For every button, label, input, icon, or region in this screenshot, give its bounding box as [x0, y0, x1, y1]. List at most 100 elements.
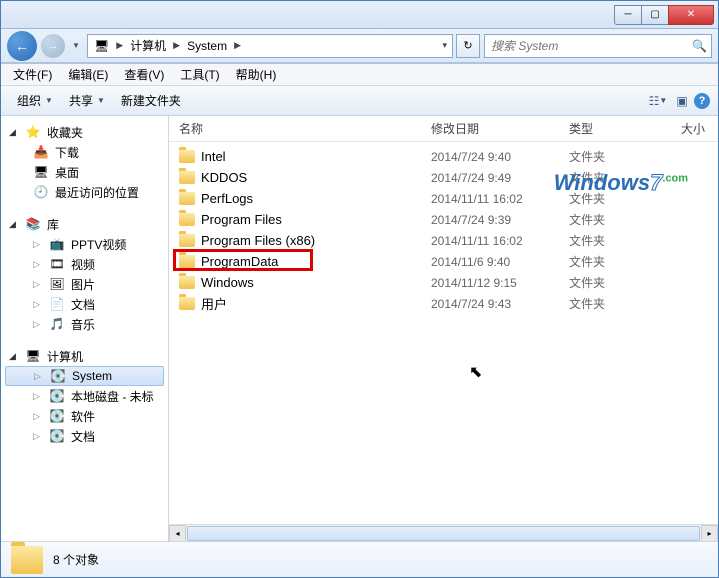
- nav-music[interactable]: ▷🎵音乐: [1, 314, 168, 334]
- menu-bar: 文件(F) 编辑(E) 查看(V) 工具(T) 帮助(H): [1, 64, 718, 86]
- menu-help[interactable]: 帮助(H): [228, 64, 285, 85]
- file-name: Intel: [201, 149, 226, 164]
- file-row[interactable]: 用户 2014/7/24 9:43文件夹: [169, 293, 718, 314]
- address-bar[interactable]: 🖥 ▶ 计算机 ▶ System ▶ ▾: [87, 34, 453, 58]
- menu-tools[interactable]: 工具(T): [172, 64, 227, 85]
- file-row[interactable]: Program Files2014/7/24 9:39文件夹: [169, 209, 718, 230]
- library-icon: 📚: [25, 216, 41, 232]
- drive-icon: 💽: [49, 428, 65, 444]
- file-type: 文件夹: [569, 232, 681, 249]
- back-button[interactable]: ←: [7, 31, 37, 61]
- desktop-icon: 🖥: [33, 164, 49, 180]
- file-row[interactable]: Windows2014/11/12 9:15文件夹: [169, 272, 718, 293]
- nav-pictures[interactable]: ▷🖼图片: [1, 274, 168, 294]
- file-type: 文件夹: [569, 169, 681, 186]
- breadcrumb-computer[interactable]: 计算机: [126, 35, 170, 57]
- view-button[interactable]: ☷ ▼: [646, 89, 670, 113]
- help-button[interactable]: ?: [694, 93, 710, 109]
- music-icon: 🎵: [49, 316, 65, 332]
- scroll-right-button[interactable]: ▸: [701, 525, 718, 542]
- horizontal-scrollbar[interactable]: ◂ ▸: [169, 524, 718, 541]
- folder-icon: [179, 297, 195, 310]
- file-date: 2014/7/24 9:40: [431, 150, 569, 164]
- nav-drive-software[interactable]: ▷💽软件: [1, 406, 168, 426]
- preview-pane-button[interactable]: ▣: [670, 89, 694, 113]
- file-date: 2014/11/11 16:02: [431, 192, 569, 206]
- nav-favorites[interactable]: ◢⭐收藏夹: [1, 122, 168, 142]
- file-row[interactable]: KDDOS2014/7/24 9:49文件夹: [169, 167, 718, 188]
- nav-computer[interactable]: ◢🖥计算机: [1, 346, 168, 366]
- search-input[interactable]: [489, 38, 692, 54]
- drive-icon: 💽: [49, 408, 65, 424]
- file-row[interactable]: PerfLogs2014/11/11 16:02文件夹: [169, 188, 718, 209]
- nav-downloads[interactable]: 📥下载: [1, 142, 168, 162]
- file-name: Program Files: [201, 212, 282, 227]
- download-icon: 📥: [33, 144, 49, 160]
- menu-view[interactable]: 查看(V): [116, 64, 172, 85]
- history-dropdown[interactable]: ▼: [69, 41, 83, 50]
- column-size[interactable]: 大小: [681, 120, 718, 137]
- search-icon[interactable]: 🔍: [692, 39, 707, 53]
- file-date: 2014/7/24 9:43: [431, 297, 569, 311]
- column-type[interactable]: 类型: [569, 120, 681, 137]
- folder-icon: [179, 276, 195, 289]
- nav-pptv[interactable]: ▷📺PPTV视频: [1, 234, 168, 254]
- chevron-right-icon[interactable]: ▶: [113, 40, 126, 51]
- share-button[interactable]: 共享▼: [61, 89, 113, 112]
- nav-favorites-group: ◢⭐收藏夹 📥下载 🖥桌面 🕘最近访问的位置: [1, 122, 168, 202]
- video-icon: 📺: [49, 236, 65, 252]
- close-button[interactable]: ✕: [668, 5, 714, 25]
- content-pane: 名称 修改日期 类型 大小 Windows7.com ⬉ Intel2014/7…: [169, 116, 718, 541]
- file-date: 2014/11/11 16:02: [431, 234, 569, 248]
- chevron-right-icon[interactable]: ▶: [170, 40, 183, 51]
- title-bar[interactable]: ─ ▢ ✕: [1, 1, 718, 29]
- search-box[interactable]: 🔍: [484, 34, 712, 58]
- column-date[interactable]: 修改日期: [431, 120, 569, 137]
- nav-video[interactable]: ▷🎞视频: [1, 254, 168, 274]
- chevron-down-icon: ▼: [45, 96, 53, 105]
- drive-icon: 💽: [49, 388, 65, 404]
- picture-icon: 🖼: [49, 276, 65, 292]
- forward-button[interactable]: →: [41, 34, 65, 58]
- chevron-right-icon[interactable]: ▶: [231, 40, 244, 51]
- file-list[interactable]: Windows7.com ⬉ Intel2014/7/24 9:40文件夹KDD…: [169, 142, 718, 524]
- scroll-thumb[interactable]: [187, 526, 700, 541]
- folder-icon: [179, 213, 195, 226]
- maximize-button[interactable]: ▢: [641, 5, 669, 25]
- nav-desktop[interactable]: 🖥桌面: [1, 162, 168, 182]
- folder-icon: [11, 546, 43, 574]
- file-date: 2014/7/24 9:39: [431, 213, 569, 227]
- scroll-left-button[interactable]: ◂: [169, 525, 186, 542]
- nav-drive-docs[interactable]: ▷💽文档: [1, 426, 168, 446]
- folder-icon: [179, 171, 195, 184]
- organize-button[interactable]: 组织▼: [9, 89, 61, 112]
- address-dropdown[interactable]: ▾: [439, 40, 450, 51]
- column-name[interactable]: 名称: [179, 120, 431, 137]
- file-name: Windows: [201, 275, 254, 290]
- breadcrumb-computer-icon[interactable]: 🖥: [90, 35, 113, 57]
- breadcrumb-drive[interactable]: System: [183, 35, 231, 57]
- nav-documents[interactable]: ▷📄文档: [1, 294, 168, 314]
- nav-libraries[interactable]: ◢📚库: [1, 214, 168, 234]
- nav-drive-local[interactable]: ▷💽本地磁盘 - 未标: [1, 386, 168, 406]
- minimize-button[interactable]: ─: [614, 5, 642, 25]
- new-folder-button[interactable]: 新建文件夹: [113, 89, 189, 112]
- refresh-button[interactable]: ↻: [456, 34, 480, 58]
- menu-edit[interactable]: 编辑(E): [60, 64, 116, 85]
- navigation-pane[interactable]: ◢⭐收藏夹 📥下载 🖥桌面 🕘最近访问的位置 ◢📚库 ▷📺PPTV视频 ▷🎞视频…: [1, 116, 169, 541]
- menu-file[interactable]: 文件(F): [5, 64, 60, 85]
- nav-recent[interactable]: 🕘最近访问的位置: [1, 182, 168, 202]
- document-icon: 📄: [49, 296, 65, 312]
- file-type: 文件夹: [569, 295, 681, 312]
- nav-drive-system[interactable]: ▷💽System: [5, 366, 164, 386]
- file-row[interactable]: ProgramData2014/11/6 9:40文件夹: [169, 251, 718, 272]
- nav-libraries-group: ◢📚库 ▷📺PPTV视频 ▷🎞视频 ▷🖼图片 ▷📄文档 ▷🎵音乐: [1, 214, 168, 334]
- file-row[interactable]: Program Files (x86)2014/11/11 16:02文件夹: [169, 230, 718, 251]
- file-name: PerfLogs: [201, 191, 253, 206]
- folder-icon: [179, 150, 195, 163]
- star-icon: ⭐: [25, 124, 41, 140]
- file-row[interactable]: Intel2014/7/24 9:40文件夹: [169, 146, 718, 167]
- file-name: 用户: [201, 294, 227, 313]
- column-headers[interactable]: 名称 修改日期 类型 大小: [169, 116, 718, 142]
- status-bar: 8 个对象: [1, 541, 718, 577]
